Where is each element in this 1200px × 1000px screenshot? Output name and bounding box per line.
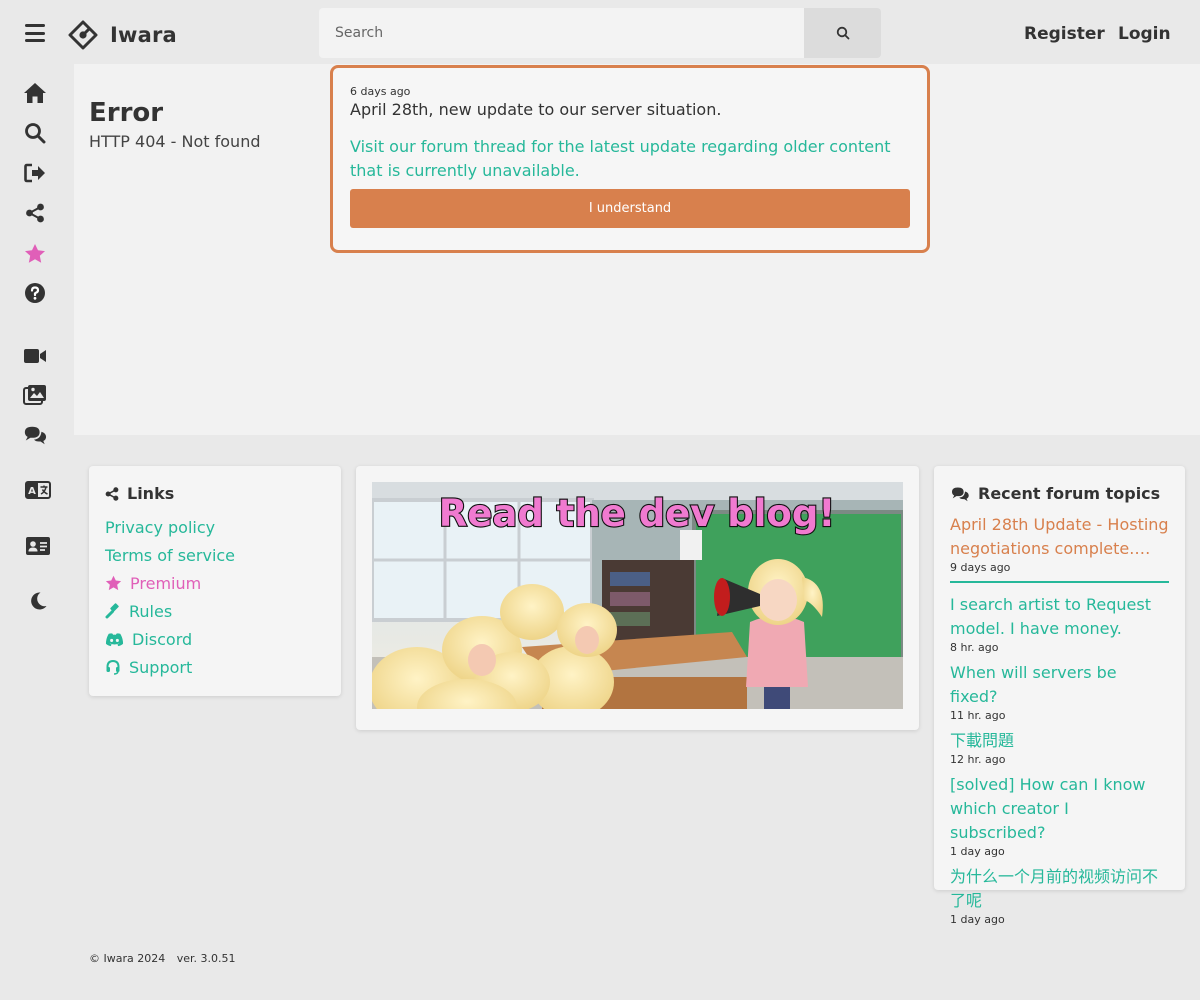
forum-topic-time: 1 day ago xyxy=(950,913,1005,926)
gavel-icon xyxy=(105,603,119,619)
star-icon[interactable] xyxy=(23,241,47,265)
login-link[interactable]: Login xyxy=(1118,24,1171,44)
forum-icon[interactable] xyxy=(23,423,47,447)
search-icon[interactable] xyxy=(23,121,47,145)
link-label: Terms of service xyxy=(105,545,236,565)
forum-topic: I search artist to Request model. I have… xyxy=(950,593,1169,655)
dev-blog-banner[interactable]: Read the dev blog! xyxy=(372,482,903,709)
understand-button[interactable]: I understand xyxy=(350,189,910,228)
link-label: Privacy policy xyxy=(105,517,216,537)
svg-text:A: A xyxy=(28,486,36,497)
logo-icon xyxy=(68,20,98,50)
error-title: Error xyxy=(89,98,164,128)
images-icon[interactable] xyxy=(23,383,47,407)
forum-topic: [solved] How can I know which creator I … xyxy=(950,773,1169,859)
forum-topic-link[interactable]: 下載問題 xyxy=(950,729,1169,753)
forum-topic-link[interactable]: April 28th Update - Hosting negotiations… xyxy=(950,513,1169,561)
search-bar xyxy=(319,8,881,58)
contact-card-icon[interactable] xyxy=(25,534,51,558)
forum-topic-time: 12 hr. ago xyxy=(950,753,1006,766)
forum-topic: 下載問題 12 hr. ago xyxy=(950,729,1169,767)
forum-topic-link[interactable]: When will servers be fixed? xyxy=(950,661,1169,709)
announcement-notice: 6 days ago April 28th, new update to our… xyxy=(330,65,930,253)
brand-name: Iwara xyxy=(110,23,177,47)
menu-icon[interactable] xyxy=(25,24,45,42)
forum-topic-pinned: April 28th Update - Hosting negotiations… xyxy=(950,513,1169,583)
notice-forum-link[interactable]: Visit our forum thread for the latest up… xyxy=(350,135,910,183)
search-button[interactable] xyxy=(804,8,881,58)
links-card: Links Privacy policy Terms of service Pr… xyxy=(89,466,341,696)
premium-link[interactable]: Premium xyxy=(105,569,325,597)
forum-topic-time: 9 days ago xyxy=(950,561,1011,574)
headset-icon xyxy=(106,659,120,675)
terms-of-service-link[interactable]: Terms of service xyxy=(105,541,325,569)
copyright: © Iwara 2024 xyxy=(89,952,166,965)
forum-topic-time: 1 day ago xyxy=(950,845,1005,858)
privacy-policy-link[interactable]: Privacy policy xyxy=(105,513,325,541)
forum-topic-link[interactable]: [solved] How can I know which creator I … xyxy=(950,773,1169,845)
language-icon[interactable]: A xyxy=(25,478,51,502)
link-label: Support xyxy=(129,657,193,677)
link-label: Discord xyxy=(132,629,193,649)
rules-link[interactable]: Rules xyxy=(105,597,325,625)
forum-topic: 为什么一个月前的视频访问不了呢 1 day ago xyxy=(950,865,1169,927)
help-icon[interactable] xyxy=(23,281,47,305)
forum-topics-card: Recent forum topics April 28th Update - … xyxy=(934,466,1185,926)
register-link[interactable]: Register xyxy=(1024,24,1105,44)
notice-time: 6 days ago xyxy=(350,85,411,98)
forum-topic: When will servers be fixed? 11 hr. ago xyxy=(950,661,1169,723)
search-input[interactable] xyxy=(319,8,804,58)
forum-title: Recent forum topics xyxy=(950,484,1169,503)
forum-topic-time: 8 hr. ago xyxy=(950,641,999,654)
share-icon[interactable] xyxy=(23,201,47,225)
discord-icon xyxy=(105,632,124,646)
dev-blog-card: Read the dev blog! xyxy=(356,466,919,730)
dev-blog-banner-text: Read the dev blog! xyxy=(439,492,835,535)
search-icon xyxy=(836,26,849,40)
footer: © Iwara 2024 ver. 3.0.51 xyxy=(89,952,236,965)
logo[interactable]: Iwara xyxy=(68,20,177,50)
forum-icon xyxy=(952,486,969,501)
forum-title-text: Recent forum topics xyxy=(978,484,1161,503)
forum-topic-link[interactable]: I search artist to Request model. I have… xyxy=(950,593,1169,641)
support-link[interactable]: Support xyxy=(105,653,325,681)
link-label: Rules xyxy=(129,601,173,621)
dark-mode-icon[interactable] xyxy=(26,589,50,613)
video-icon[interactable] xyxy=(23,344,47,368)
sidebar: A xyxy=(0,64,74,664)
share-icon xyxy=(105,486,119,501)
logout-icon[interactable] xyxy=(23,161,47,185)
discord-link[interactable]: Discord xyxy=(105,625,325,653)
forum-topic-link[interactable]: 为什么一个月前的视频访问不了呢 xyxy=(950,865,1169,913)
star-icon xyxy=(105,575,122,591)
forum-topic-time: 11 hr. ago xyxy=(950,709,1006,722)
links-title-text: Links xyxy=(127,484,175,503)
notice-headline: April 28th, new update to our server sit… xyxy=(350,100,722,119)
error-message: HTTP 404 - Not found xyxy=(89,132,261,151)
link-label: Premium xyxy=(130,573,202,593)
top-header: Iwara Register Login xyxy=(0,0,1200,64)
links-title: Links xyxy=(105,484,325,503)
home-icon[interactable] xyxy=(23,81,47,105)
version: ver. 3.0.51 xyxy=(176,952,236,965)
